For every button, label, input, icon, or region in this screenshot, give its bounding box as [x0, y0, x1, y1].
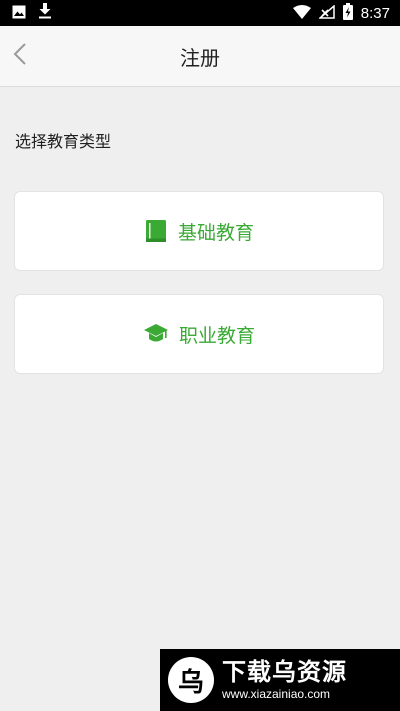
- watermark-title: 下载乌资源: [222, 658, 347, 686]
- watermark-url: www.xiazainiao.com: [222, 687, 331, 701]
- book-icon: [144, 219, 168, 243]
- basic-education-option[interactable]: 基础教育: [14, 191, 384, 271]
- back-button[interactable]: [4, 36, 36, 76]
- wifi-icon: [292, 4, 311, 23]
- section-label: 选择教育类型: [15, 132, 112, 151]
- chevron-left-icon: [13, 42, 27, 70]
- page-title: 注册: [180, 45, 220, 70]
- status-bar: 8:37: [0, 0, 400, 26]
- app-bar: 注册: [0, 26, 400, 87]
- download-icon: [38, 3, 52, 23]
- image-icon: [12, 4, 26, 23]
- graduation-cap-icon: [143, 322, 169, 346]
- watermark: 乌 下载乌资源 www.xiazainiao.com: [160, 649, 400, 711]
- battery-charging-icon: [342, 2, 353, 24]
- basic-education-label: 基础教育: [177, 221, 254, 244]
- no-signal-icon: [317, 3, 335, 23]
- vocational-education-label: 职业教育: [178, 324, 255, 347]
- watermark-logo: 乌: [168, 657, 214, 703]
- vocational-education-option[interactable]: 职业教育: [14, 294, 384, 374]
- status-time: 8:37: [360, 4, 390, 22]
